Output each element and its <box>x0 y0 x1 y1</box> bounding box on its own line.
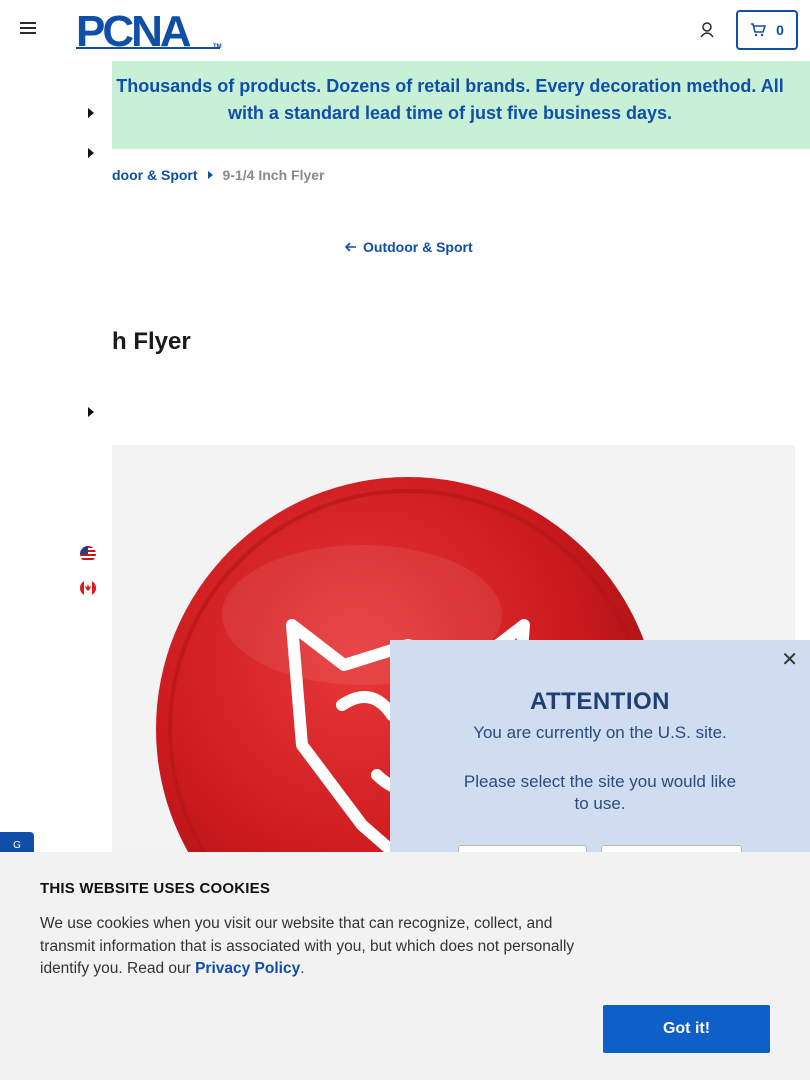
side-nav-panel <box>0 61 112 881</box>
page: PCNA TM 0 Thousands of products. Dozens … <box>0 0 810 1080</box>
breadcrumb-current: 9-1/4 Inch Flyer <box>222 167 325 183</box>
cart-button[interactable]: 0 <box>736 10 798 50</box>
cookie-title: THIS WEBSITE USES COOKIES <box>40 880 271 897</box>
caret-right-icon[interactable] <box>88 148 94 158</box>
close-icon[interactable]: ✕ <box>781 650 798 670</box>
caret-right-icon[interactable] <box>88 407 94 417</box>
got-it-button[interactable]: Got it! <box>603 1005 770 1053</box>
promo-banner: Thousands of products. Dozens of retail … <box>0 61 810 149</box>
promo-banner-text: Thousands of products. Dozens of retail … <box>116 76 784 123</box>
pcna-logo[interactable]: PCNA TM <box>76 10 226 50</box>
arrow-left-icon <box>345 242 356 252</box>
site-header: PCNA TM 0 <box>0 0 810 60</box>
site-selector-modal: ✕ ATTENTION You are currently on the U.S… <box>390 640 810 885</box>
cart-count: 0 <box>776 22 784 38</box>
cart-icon <box>751 23 767 37</box>
svg-text:PCNA: PCNA <box>76 10 191 50</box>
caret-right-icon <box>207 171 213 179</box>
product-title: h Flyer <box>112 328 191 355</box>
svg-text:TM: TM <box>213 44 222 50</box>
cookie-body: We use cookies when you visit our websit… <box>40 915 575 977</box>
cookie-period: . <box>300 960 305 977</box>
back-to-category-link[interactable]: Outdoor & Sport <box>345 239 473 255</box>
caret-right-icon[interactable] <box>88 108 94 118</box>
menu-icon[interactable] <box>20 22 36 36</box>
user-icon[interactable] <box>699 21 717 39</box>
privacy-policy-link[interactable]: Privacy Policy <box>195 960 300 977</box>
back-link-label: Outdoor & Sport <box>363 239 473 255</box>
breadcrumb: door & Sport 9-1/4 Inch Flyer <box>112 167 324 183</box>
modal-title: ATTENTION <box>529 688 671 715</box>
modal-prompt: Please select the site you would like to… <box>463 772 737 813</box>
cookie-text: We use cookies when you visit our websit… <box>40 913 610 981</box>
ca-flag-icon[interactable] <box>80 580 96 596</box>
modal-message: You are currently on the U.S. site. <box>473 723 727 742</box>
cookie-banner: THIS WEBSITE USES COOKIES We use cookies… <box>0 852 810 1080</box>
breadcrumb-category-link[interactable]: door & Sport <box>112 167 198 183</box>
side-tab-label: G <box>13 839 21 851</box>
us-flag-icon[interactable] <box>80 546 96 562</box>
